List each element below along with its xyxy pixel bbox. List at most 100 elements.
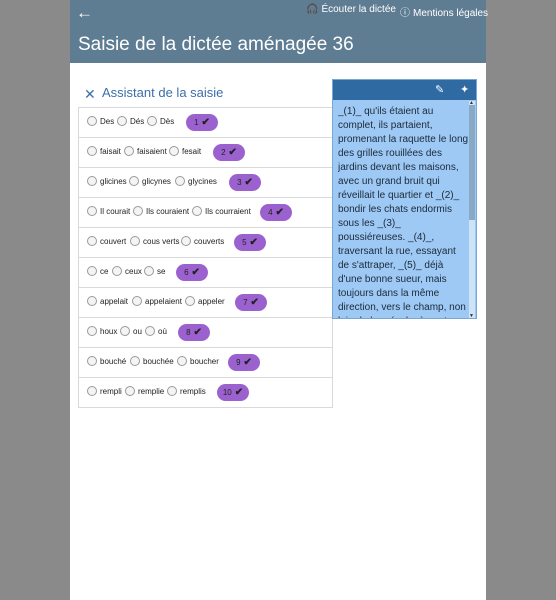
back-arrow-icon[interactable]: ←: [76, 4, 94, 22]
radio-option[interactable]: glycines: [175, 176, 217, 186]
magic-wand-icon[interactable]: ✦: [460, 83, 469, 96]
radio-option[interactable]: Dès: [147, 116, 174, 126]
radio-option[interactable]: Dés: [117, 116, 144, 126]
radio-option[interactable]: Il courait: [87, 206, 130, 216]
check-icon: ✔: [201, 117, 210, 128]
radio-icon[interactable]: [175, 176, 185, 186]
radio-icon[interactable]: [87, 356, 97, 366]
radio-option[interactable]: ce: [87, 266, 108, 276]
close-icon[interactable]: ✕: [84, 86, 96, 103]
option-label: ou: [133, 326, 142, 336]
radio-icon[interactable]: [130, 236, 140, 246]
radio-icon[interactable]: [145, 326, 155, 336]
option-label: ce: [100, 266, 109, 276]
answer-number-badge[interactable]: 10 ✔: [217, 384, 249, 401]
radio-option[interactable]: où: [145, 326, 167, 336]
radio-icon[interactable]: [87, 236, 97, 246]
scrollbar-thumb[interactable]: [469, 105, 475, 220]
radio-icon[interactable]: [124, 146, 134, 156]
radio-icon[interactable]: [144, 266, 154, 276]
assistant-title: Assistant de la saisie: [102, 85, 224, 100]
radio-icon[interactable]: [192, 206, 202, 216]
option-label: couvert: [100, 236, 127, 246]
radio-option[interactable]: glicines: [87, 176, 127, 186]
radio-icon[interactable]: [117, 116, 127, 126]
radio-icon[interactable]: [132, 296, 142, 306]
answer-number-badge[interactable]: 8 ✔: [178, 324, 210, 341]
radio-option[interactable]: faisaient: [124, 146, 167, 156]
answer-number-badge[interactable]: 2 ✔: [213, 144, 245, 161]
table-row: faisait faisaient fesait 2 ✔: [79, 138, 332, 168]
radio-option[interactable]: couverts: [181, 236, 224, 246]
radio-icon[interactable]: [87, 296, 97, 306]
radio-option[interactable]: remplie: [125, 386, 164, 396]
radio-icon[interactable]: [87, 116, 97, 126]
radio-option[interactable]: fesait: [169, 146, 201, 156]
radio-icon[interactable]: [87, 146, 97, 156]
legal-link[interactable]: ⓘ Mentions légales: [400, 4, 488, 19]
scroll-down-icon[interactable]: ▼: [469, 313, 474, 319]
table-row: ce ceux se 6 ✔: [79, 258, 332, 288]
header: ← 🎧 Écouter la dictée ⓘ Mentions légales S…: [70, 0, 488, 63]
answer-number: 10: [222, 388, 232, 397]
radio-icon[interactable]: [185, 296, 195, 306]
option-label: Des: [100, 116, 115, 126]
page-title: Saisie de la dictée aménagée 36: [78, 34, 354, 55]
radio-icon[interactable]: [167, 386, 177, 396]
radio-option[interactable]: houx: [87, 326, 117, 336]
radio-icon[interactable]: [169, 146, 179, 156]
radio-option[interactable]: faisait: [87, 146, 121, 156]
answer-number-badge[interactable]: 7 ✔: [235, 294, 267, 311]
radio-icon[interactable]: [147, 116, 157, 126]
radio-option[interactable]: couvert: [87, 236, 126, 246]
radio-icon[interactable]: [133, 206, 143, 216]
radio-option[interactable]: Des: [87, 116, 114, 126]
radio-icon[interactable]: [87, 326, 97, 336]
radio-icon[interactable]: [87, 266, 97, 276]
answer-number-badge[interactable]: 9 ✔: [228, 354, 260, 371]
radio-option[interactable]: appeler: [185, 296, 225, 306]
radio-option[interactable]: Ils couraient: [133, 206, 189, 216]
answer-number: 9: [236, 358, 241, 367]
radio-icon[interactable]: [181, 236, 191, 246]
check-icon: ✔: [228, 147, 237, 158]
radio-icon[interactable]: [120, 326, 130, 336]
radio-option[interactable]: Ils courraient: [192, 206, 251, 216]
radio-option[interactable]: glicynes: [129, 176, 171, 186]
radio-option[interactable]: boucher: [177, 356, 219, 366]
radio-option[interactable]: appelaient: [132, 296, 182, 306]
answer-number-badge[interactable]: 5 ✔: [234, 234, 266, 251]
answer-number-badge[interactable]: 1 ✔: [186, 114, 218, 131]
answer-number-badge[interactable]: 6 ✔: [176, 264, 208, 281]
pencil-icon[interactable]: ✎: [435, 83, 444, 96]
radio-option[interactable]: rempli: [87, 386, 122, 396]
answer-number-badge[interactable]: 4 ✔: [260, 204, 292, 221]
answer-number: 1: [194, 118, 199, 127]
option-label: rempli: [100, 386, 122, 396]
listen-link[interactable]: 🎧 Écouter la dictée: [306, 4, 396, 15]
radio-icon[interactable]: [125, 386, 135, 396]
radio-option[interactable]: appelait: [87, 296, 128, 306]
radio-option[interactable]: bouchée: [130, 356, 174, 366]
table-row: glicines glicynes glycines 3 ✔: [79, 168, 332, 198]
radio-icon[interactable]: [87, 206, 97, 216]
radio-icon[interactable]: [87, 176, 97, 186]
scrollbar[interactable]: ▲ ▼: [469, 100, 475, 319]
radio-option[interactable]: ceux: [112, 266, 142, 276]
answer-number-badge[interactable]: 3 ✔: [229, 174, 261, 191]
check-icon: ✔: [243, 357, 252, 368]
radio-icon[interactable]: [112, 266, 122, 276]
radio-option[interactable]: se: [144, 266, 165, 276]
dictation-text[interactable]: _(1)_ qu'ils étaient au complet, ils par…: [338, 105, 469, 318]
radio-icon[interactable]: [129, 176, 139, 186]
radio-option[interactable]: ou: [120, 326, 142, 336]
radio-option[interactable]: remplis: [167, 386, 206, 396]
radio-icon[interactable]: [87, 386, 97, 396]
radio-icon[interactable]: [177, 356, 187, 366]
panel-toolbar: ✎ ✦: [333, 80, 476, 100]
radio-option[interactable]: bouché: [87, 356, 126, 366]
radio-option[interactable]: cous verts: [130, 236, 179, 246]
dictation-text-panel: ✎ ✦ _(1)_ qu'ils étaient au complet, ils…: [332, 79, 477, 319]
option-label: cous verts: [143, 236, 180, 246]
radio-icon[interactable]: [130, 356, 140, 366]
